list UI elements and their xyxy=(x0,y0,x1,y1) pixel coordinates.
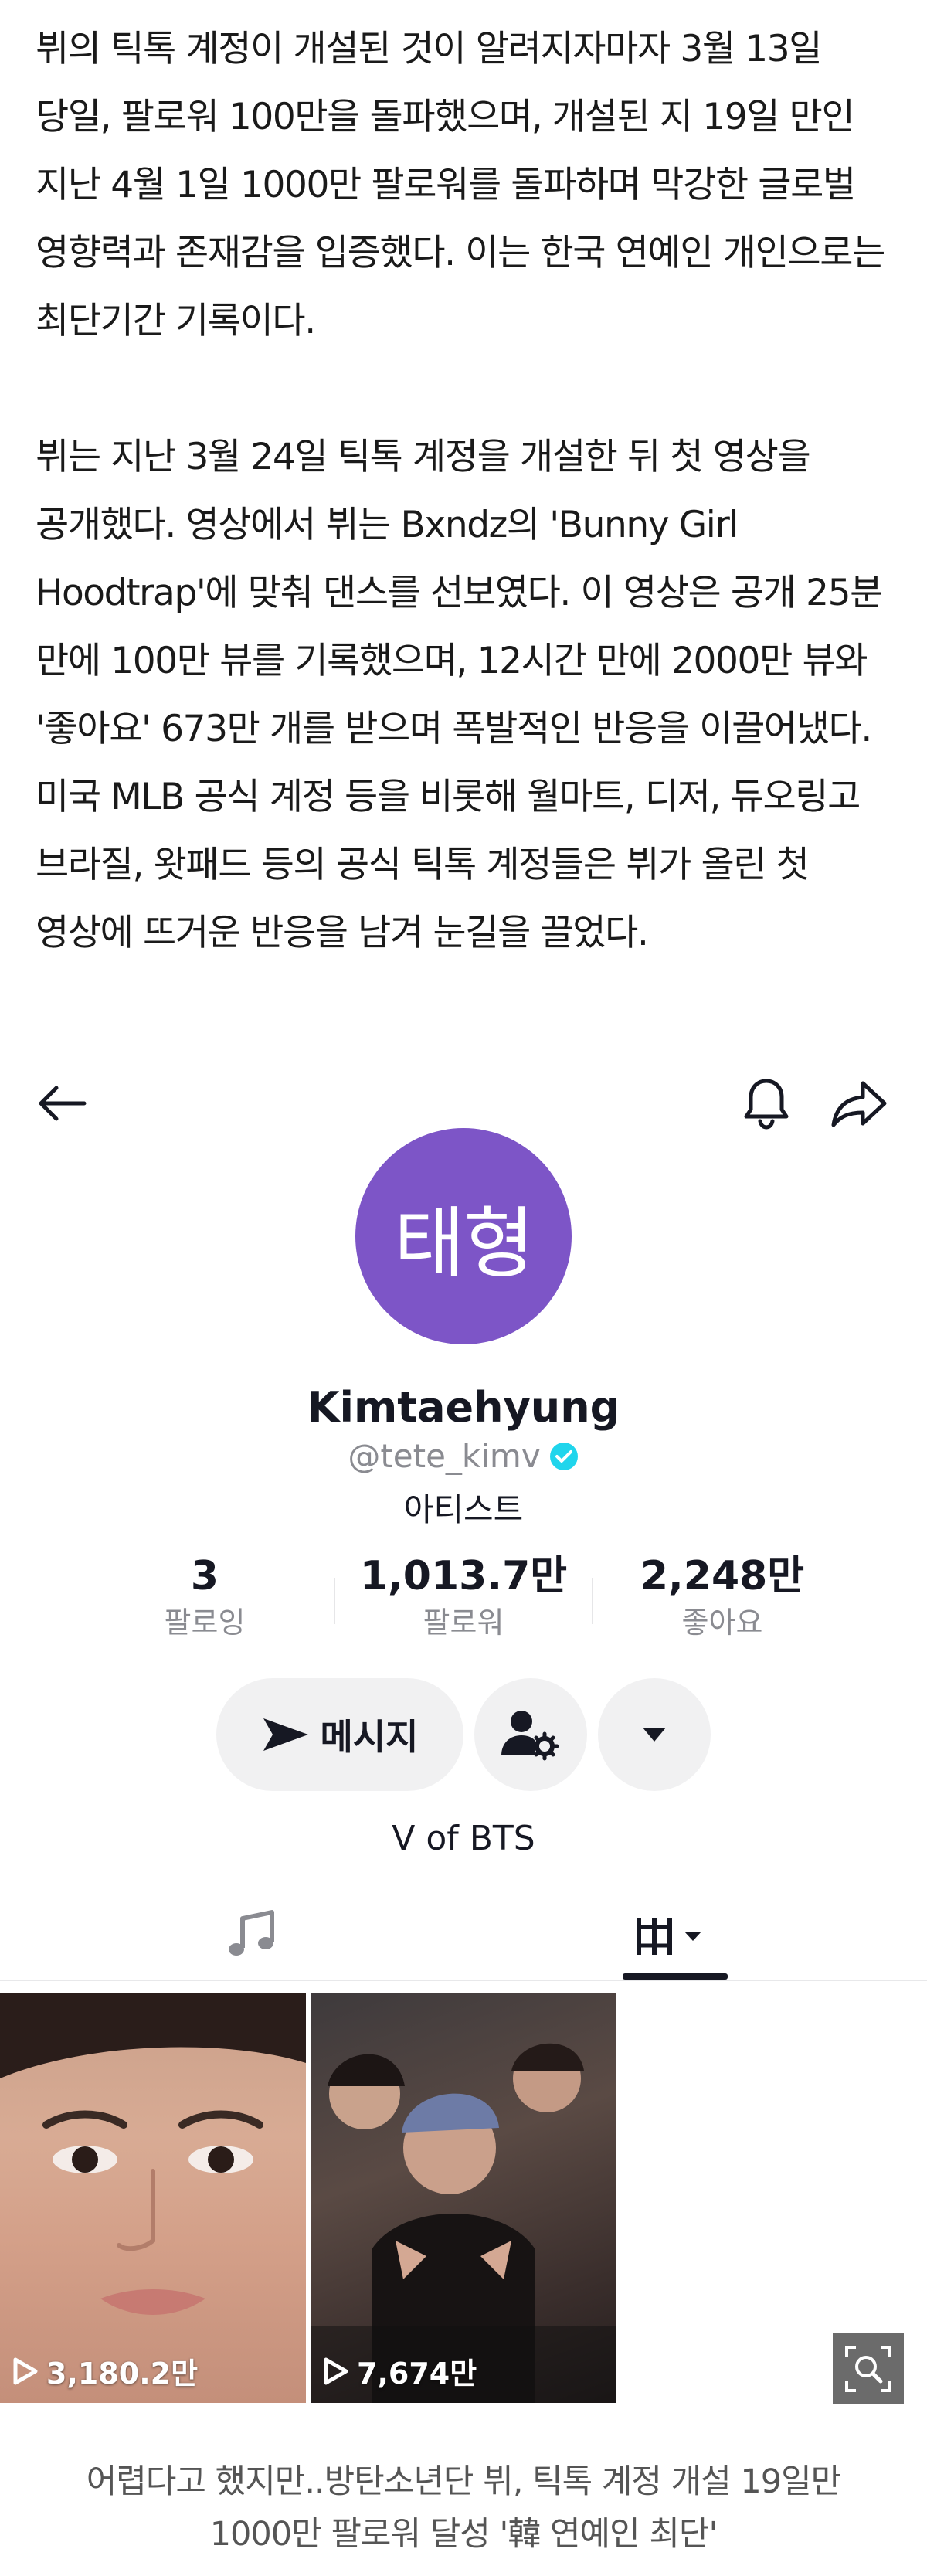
article-paragraph-2: 뷔는 지난 3월 24일 틱톡 계정을 개설한 뒤 첫 영상을 공개했다. 영상… xyxy=(36,436,883,954)
stat-followers-value: 1,013.7만 xyxy=(359,1553,568,1599)
tab-music[interactable] xyxy=(201,1893,301,1980)
image-caption: 어렵다고 했지만..방탄소년단 뷔, 틱톡 계정 개설 19일만 1000만 팔… xyxy=(0,2455,927,2561)
active-tab-indicator xyxy=(623,1973,728,1980)
more-options-button[interactable] xyxy=(598,1678,711,1791)
face-closeup-image xyxy=(0,1993,306,2315)
play-icon xyxy=(324,2357,348,2384)
stat-following-value: 3 xyxy=(190,1553,219,1599)
stat-following[interactable]: 3 팔로잉 xyxy=(89,1551,321,1644)
stat-divider xyxy=(592,1578,593,1624)
view-count-value: 3,180.2만 xyxy=(46,2357,199,2391)
music-note-icon xyxy=(229,1910,274,1956)
view-count-value: 7,674만 xyxy=(357,2357,477,2391)
video-thumbnail[interactable]: 7,674만 xyxy=(311,1993,616,2403)
send-plane-icon xyxy=(263,1718,308,1751)
stat-likes-label: 좋아요 xyxy=(681,1606,763,1640)
stat-followers-label: 팔로워 xyxy=(423,1606,504,1640)
profile-name: Kimtaehyung xyxy=(307,1383,620,1432)
video-thumbnail[interactable]: 3,180.2만 xyxy=(0,1993,306,2403)
share-arrow-icon[interactable] xyxy=(827,1071,891,1136)
profile-handle: @tete_kimv xyxy=(348,1437,541,1475)
stat-followers[interactable]: 1,013.7만 팔로워 xyxy=(348,1551,579,1644)
content-tabs xyxy=(0,1893,927,1981)
article-body: 뷔의 틱톡 계정이 개설된 것이 알려지자마자 3월 13일 당일, 팔로워 1… xyxy=(36,15,893,967)
caption-line-2: 1000만 팔로워 달성 '韓 연예인 최단' xyxy=(209,2515,718,2554)
tab-videos[interactable] xyxy=(618,1893,726,1980)
article-paragraph-1: 뷔의 틱톡 계정이 개설된 것이 알려지자마자 3월 13일 당일, 팔로워 1… xyxy=(36,28,885,342)
back-arrow-icon[interactable] xyxy=(29,1071,94,1136)
caret-down-icon xyxy=(643,1728,666,1742)
avatar-initials: 태형 xyxy=(394,1198,535,1289)
view-count: 7,674만 xyxy=(323,2350,477,2392)
caption-line-1: 어렵다고 했지만..방탄소년단 뷔, 틱톡 계정 개설 19일만 xyxy=(86,2462,842,2501)
group-photo-image xyxy=(311,2043,616,2403)
zoom-magnifier-icon xyxy=(845,2346,891,2392)
tiktok-profile-screenshot: 태형 Kimtaehyung @tete_kimv 아티스트 3 팔로잉 1,0… xyxy=(0,1035,927,2404)
profile-bio: V of BTS xyxy=(392,1819,535,1858)
verified-badge-icon xyxy=(549,1442,578,1470)
avatar: 태형 xyxy=(355,1128,572,1344)
message-button-label: 메시지 xyxy=(320,1717,419,1757)
message-button[interactable]: 메시지 xyxy=(216,1678,464,1791)
grid-bars-icon xyxy=(637,1918,701,1955)
stat-likes-value: 2,248만 xyxy=(640,1553,805,1599)
profile-category: 아티스트 xyxy=(403,1490,524,1528)
stats-row: 3 팔로잉 1,013.7만 팔로워 2,248만 좋아요 xyxy=(0,1551,927,1644)
stat-likes[interactable]: 2,248만 좋아요 xyxy=(606,1551,838,1644)
person-gear-icon xyxy=(501,1711,559,1761)
stat-divider xyxy=(334,1578,335,1624)
action-buttons: 메시지 xyxy=(0,1678,927,1794)
handle-row: @tete_kimv xyxy=(0,1437,927,1475)
play-icon xyxy=(13,2357,38,2384)
stat-following-label: 팔로잉 xyxy=(164,1606,246,1640)
view-count: 3,180.2만 xyxy=(12,2350,198,2392)
image-zoom-button[interactable] xyxy=(833,2333,904,2404)
bell-icon[interactable] xyxy=(734,1071,799,1136)
video-grid: 3,180.2만 7,674만 xyxy=(0,1993,927,2403)
add-friend-button[interactable] xyxy=(474,1678,587,1791)
